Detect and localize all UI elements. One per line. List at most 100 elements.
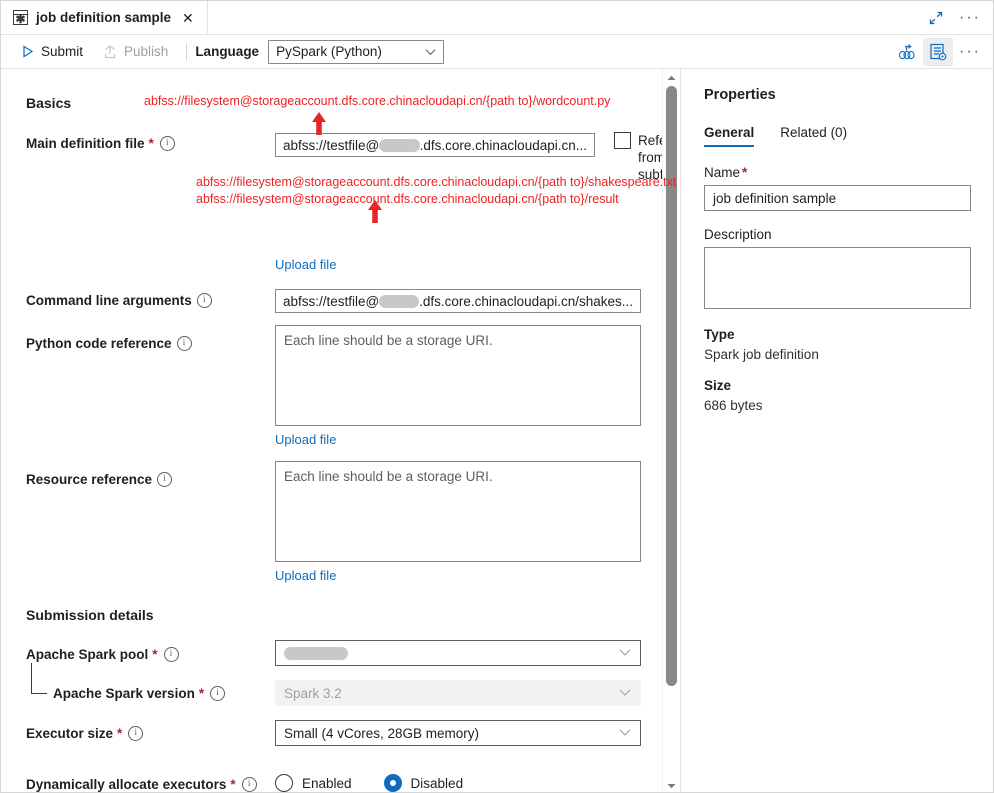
command-line-arguments-label: Command line arguments i (26, 293, 212, 308)
dynamically-allocate-radio-group: Enabled Disabled (275, 774, 463, 792)
main-definition-upload-file-link[interactable]: Upload file (275, 257, 336, 272)
radio-disabled[interactable]: Disabled (383, 774, 464, 792)
chevron-down-icon (619, 685, 631, 700)
info-icon[interactable]: i (196, 293, 212, 308)
info-icon[interactable]: i (128, 726, 144, 741)
form-scrollbar[interactable] (662, 69, 680, 792)
more-dots: ··· (959, 8, 981, 26)
close-icon[interactable]: ✕ (179, 9, 197, 27)
tab-related[interactable]: Related (0) (780, 125, 847, 147)
info-icon[interactable]: i (176, 336, 192, 351)
info-icon[interactable]: i (159, 136, 175, 151)
basics-heading: Basics (26, 95, 72, 111)
language-value: PySpark (Python) (276, 44, 382, 59)
description-textarea[interactable] (704, 247, 971, 309)
type-label: Type (704, 327, 735, 342)
spark-job-icon: ✱ (13, 10, 28, 25)
radio-disabled-label: Disabled (410, 775, 464, 791)
submission-details-heading: Submission details (26, 607, 154, 623)
executor-size-value: Small (4 vCores, 28GB memory) (284, 725, 480, 741)
chk-line-3: subf (638, 167, 664, 182)
resource-upload-file-link[interactable]: Upload file (275, 568, 336, 583)
required-marker: * (152, 647, 158, 662)
command-line-arguments-input[interactable]: abfss://testfile@ .dfs.core.chinacloudapi… (275, 289, 641, 313)
required-marker: * (117, 726, 123, 741)
properties-panel-icon[interactable] (923, 37, 953, 66)
scroll-up-icon[interactable] (663, 69, 680, 86)
chevron-down-icon (425, 43, 436, 58)
python-code-upload-file-link[interactable]: Upload file (275, 432, 336, 447)
job-definition-form: Basics Main definition file * i abfss://… (1, 69, 680, 792)
resource-reference-textarea[interactable]: Each line should be a storage URI. (275, 461, 641, 562)
chk-line-2: from (638, 150, 665, 165)
window-actions: ··· (921, 1, 993, 34)
command-more-icon[interactable]: ··· (955, 38, 985, 66)
tab-general[interactable]: General (704, 125, 755, 147)
main-definition-file-input[interactable]: abfss://testfile@ .dfs.core.chinacloudapi… (275, 133, 595, 157)
dynamically-allocate-executors-label: Dynamically allocate executors * i (26, 777, 257, 792)
reference-from-subfolder-checkbox[interactable] (614, 132, 631, 149)
type-value: Spark job definition (704, 347, 819, 362)
tab-title: job definition sample (36, 10, 172, 25)
data-import-icon[interactable] (891, 38, 921, 66)
apache-spark-pool-select[interactable] (275, 640, 641, 666)
submit-label: Submit (41, 44, 84, 59)
tab-strip: ✱ job definition sample ✕ ··· (1, 1, 993, 35)
content-split: Basics Main definition file * i abfss://… (1, 69, 993, 792)
apache-spark-pool-label-text: Apache Spark pool (26, 647, 149, 662)
play-icon (23, 45, 34, 58)
executor-size-label: Executor size * i (26, 726, 144, 741)
redacted-block (379, 138, 420, 152)
properties-title: Properties (704, 87, 776, 103)
dynamically-allocate-label-text: Dynamically allocate executors (26, 777, 227, 792)
required-marker: * (742, 165, 748, 180)
info-icon[interactable]: i (157, 472, 173, 487)
size-value: 686 bytes (704, 398, 763, 413)
cmdarg-value-prefix: abfss://testfile@ (283, 293, 380, 309)
properties-tabs: General Related (0) (704, 125, 971, 147)
radio-dot-enabled (275, 774, 293, 792)
window-more-icon[interactable]: ··· (955, 4, 985, 32)
required-marker: * (230, 777, 236, 792)
executor-size-select[interactable]: Small (4 vCores, 28GB memory) (275, 720, 641, 746)
toolbar-divider (186, 42, 188, 61)
redacted-block (284, 646, 348, 660)
python-code-reference-textarea[interactable]: Each line should be a storage URI. (275, 325, 641, 426)
spark-job-definition-window: ✱ job definition sample ✕ ··· Submit Pub… (0, 0, 994, 793)
radio-enabled-label: Enabled (302, 775, 352, 791)
publish-upload-icon (104, 44, 116, 58)
submit-button[interactable]: Submit (11, 38, 93, 65)
language-label: Language (195, 44, 260, 59)
scroll-down-icon[interactable] (663, 777, 680, 792)
chevron-down-icon (619, 725, 631, 740)
reference-from-subfolder-checkbox-row: Refe from subf (614, 132, 668, 183)
apache-spark-version-label-text: Apache Spark version (53, 686, 195, 701)
expand-icon[interactable] (921, 4, 951, 32)
name-input[interactable]: job definition sample (704, 185, 971, 211)
apache-spark-pool-label: Apache Spark pool * i (26, 647, 179, 662)
resource-reference-label-text: Resource reference (26, 472, 153, 487)
info-icon[interactable]: i (163, 647, 179, 662)
command-line-arguments-label-text: Command line arguments (26, 293, 192, 308)
language-select[interactable]: PySpark (Python) (268, 39, 445, 64)
name-label: Name * (704, 165, 971, 180)
publish-button[interactable]: Publish (93, 38, 178, 65)
required-marker: * (198, 686, 205, 701)
info-icon[interactable]: i (241, 777, 257, 792)
chevron-down-icon (619, 645, 631, 660)
pane-divider (680, 69, 681, 792)
main-definition-file-label-text: Main definition file (26, 136, 145, 151)
required-marker: * (148, 136, 154, 151)
apache-spark-version-label: Apache Spark version * i (53, 686, 226, 701)
python-code-reference-label-text: Python code reference (26, 336, 172, 351)
command-bar: Submit Publish Language PySpark (Python) (1, 35, 993, 69)
scrollbar-thumb[interactable] (666, 86, 677, 686)
info-icon[interactable]: i (210, 686, 226, 701)
redacted-block (379, 294, 420, 308)
tab-job-definition-sample[interactable]: ✱ job definition sample ✕ (1, 1, 208, 34)
python-code-reference-placeholder: Each line should be a storage URI. (284, 333, 493, 348)
apache-spark-version-select: Spark 3.2 (275, 680, 641, 706)
radio-enabled[interactable]: Enabled (275, 774, 352, 792)
tree-connector (31, 663, 47, 694)
resource-reference-placeholder: Each line should be a storage URI. (284, 469, 493, 484)
